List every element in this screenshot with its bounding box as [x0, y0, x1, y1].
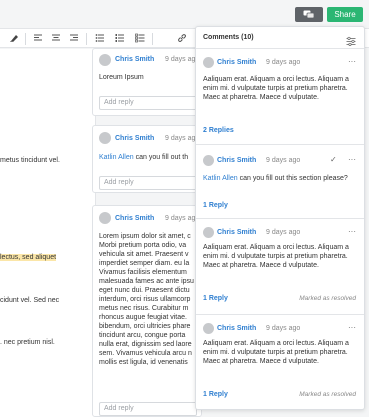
replies-link[interactable]: 1 Reply	[203, 295, 228, 302]
bulleted-list-icon[interactable]	[94, 33, 105, 44]
more-options-icon[interactable]: ···	[348, 155, 356, 164]
comment-author[interactable]: Chris Smith	[115, 135, 154, 142]
comment-card[interactable]: Chris Smith 9 days ag Lorem ipsum dolor …	[92, 205, 202, 417]
comment-text: Lorem ipsum dolor sit amet, c Morbi pret…	[99, 233, 194, 366]
comments-panel-title: Comments (10)	[203, 34, 254, 41]
doc-text-line: cidunt vel. Sed nec	[0, 297, 60, 304]
reply-input[interactable]: Add reply	[99, 402, 197, 416]
avatar	[203, 155, 214, 166]
avatar	[203, 57, 214, 68]
mention-link[interactable]: Katlin Allen	[99, 154, 134, 161]
comment-thread[interactable]: Chris Smith 9 days ago ✓ ··· Katlin Alle…	[196, 145, 364, 219]
comment-text: Katlin Allen can you fill out th	[99, 154, 189, 161]
comments-panel-header: Comments (10)	[196, 27, 364, 49]
reply-input[interactable]: Add reply	[99, 176, 197, 190]
mention-link[interactable]: Katlin Allen	[203, 175, 238, 182]
comment-thread[interactable]: Chris Smith 9 days ago ··· Aaliquam erat…	[196, 315, 364, 409]
resolve-check-icon[interactable]: ✓	[330, 155, 337, 164]
comments-panel: Comments (10) Chris Smith 9 days ago ···…	[195, 26, 365, 410]
comment-time: 9 days ag	[165, 56, 196, 63]
comment-thread[interactable]: Chris Smith 9 days ago ··· Aaliquam erat…	[196, 219, 364, 315]
doc-text-line: metus tincidunt vel.	[0, 157, 60, 164]
replies-link[interactable]: 1 Reply	[203, 391, 228, 398]
comment-time: 9 days ago	[266, 59, 301, 66]
comment-author[interactable]: Chris Smith	[217, 325, 256, 332]
resolved-status: Marked as resolved	[299, 391, 356, 398]
avatar	[99, 54, 111, 66]
chat-bubbles-icon	[303, 10, 315, 19]
comment-card[interactable]: Chris Smith 9 days ag Loreum Ipsum Add r…	[92, 48, 202, 116]
more-options-icon[interactable]: ···	[348, 57, 356, 66]
comment-time: 9 days ag	[165, 215, 196, 222]
avatar	[203, 323, 214, 334]
more-options-icon[interactable]: ···	[348, 323, 356, 332]
top-bar: Share	[0, 0, 369, 26]
comment-text: Aaliquam erat. Aliquam a orci lectus. Al…	[203, 244, 349, 269]
comment-author[interactable]: Chris Smith	[217, 157, 256, 164]
replies-link[interactable]: 1 Reply	[203, 202, 228, 209]
comment-text: Loreum Ipsum	[99, 74, 144, 81]
comment-card[interactable]: Chris Smith 9 days ag Katlin Allen can y…	[92, 125, 202, 193]
comment-text: Aaliquam erat. Aliquam a orci lectus. Al…	[203, 340, 349, 365]
comment-thread[interactable]: Chris Smith 9 days ago ··· Aaliquam erat…	[196, 49, 364, 145]
more-options-icon[interactable]: ···	[348, 227, 356, 236]
avatar	[203, 227, 214, 238]
align-right-icon[interactable]	[68, 33, 79, 44]
avatar	[99, 132, 111, 144]
comment-text: Aaliquam erat. Aliquam a orci lectus. Al…	[203, 76, 349, 101]
replies-link[interactable]: 2 Replies	[203, 127, 234, 134]
highlighter-icon[interactable]	[8, 33, 19, 44]
comment-time: 9 days ago	[266, 325, 301, 332]
doc-highlighted-text[interactable]: lectus, sed aliquet	[0, 254, 57, 261]
comments-toggle-button[interactable]	[295, 7, 323, 22]
numbered-list-icon[interactable]	[114, 33, 125, 44]
comment-time: 9 days ago	[266, 229, 301, 236]
align-center-icon[interactable]	[50, 33, 61, 44]
doc-text-line: . nec pretium nisl.	[0, 339, 55, 346]
resolved-status: Marked as resolved	[299, 295, 356, 302]
comment-time: 9 days ago	[266, 157, 301, 164]
comment-author[interactable]: Chris Smith	[115, 215, 154, 222]
reply-input[interactable]: Add reply	[99, 96, 197, 110]
comment-author[interactable]: Chris Smith	[115, 56, 154, 63]
comment-text: Katlin Allen can you fill out this secti…	[203, 175, 348, 182]
align-left-icon[interactable]	[32, 33, 43, 44]
share-button[interactable]: Share	[327, 7, 363, 22]
comment-author[interactable]: Chris Smith	[217, 59, 256, 66]
document-body[interactable]: metus tincidunt vel. lectus, sed aliquet…	[0, 49, 96, 417]
avatar	[99, 212, 111, 224]
checklist-icon[interactable]	[134, 33, 145, 44]
filter-sliders-icon[interactable]	[346, 33, 356, 46]
comment-time: 9 days ag	[165, 135, 196, 142]
link-icon[interactable]	[176, 33, 187, 44]
comment-author[interactable]: Chris Smith	[217, 229, 256, 236]
